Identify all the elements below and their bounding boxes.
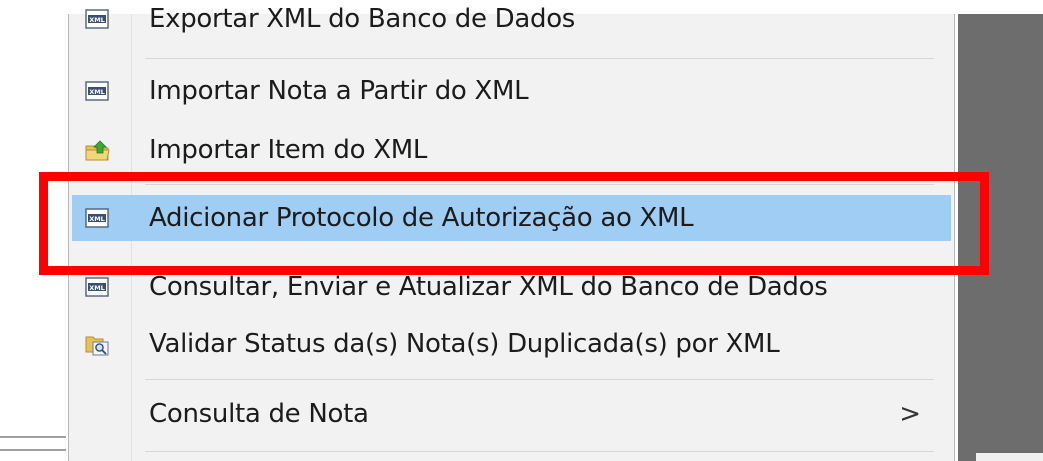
background-line [0,436,66,438]
menu-item-importar-nota[interactable]: XML Importar Nota a Partir do XML [72,68,951,114]
menu-item-consulta-de-nota[interactable]: Consulta de Nota > [72,391,951,437]
svg-text:XML: XML [89,284,105,292]
menu-item-label: Validar Status da(s) Nota(s) Duplicada(s… [149,329,780,359]
menu-item-consultar-enviar-atualizar[interactable]: XML Consultar, Enviar e Atualizar XML do… [72,264,951,310]
menu-separator [145,451,934,452]
svg-text:XML: XML [89,215,105,223]
svg-text:XML: XML [89,88,105,96]
menu-item-validar-status[interactable]: Validar Status da(s) Nota(s) Duplicada(s… [72,321,951,367]
svg-text:XML: XML [89,16,105,24]
menu-item-adicionar-protocolo[interactable]: XML Adicionar Protocolo de Autorização a… [72,195,951,241]
menu-item-label: Importar Item do XML [149,135,428,165]
context-menu: XML Exportar XML do Banco de Dados XML I… [68,4,955,461]
folder-search-icon [85,333,109,356]
folder-import-icon [85,139,110,161]
xml-file-icon: XML [85,207,109,229]
xml-file-icon: XML [85,8,109,30]
window-backdrop [958,14,1043,461]
menu-item-importar-item[interactable]: Importar Item do XML [72,127,951,173]
menu-item-label: Consultar, Enviar e Atualizar XML do Ban… [149,272,828,302]
menu-separator [145,58,934,59]
menu-item-label: Importar Nota a Partir do XML [149,76,529,106]
xml-file-icon: XML [85,276,109,298]
screenshot-page: XML Exportar XML do Banco de Dados XML I… [0,0,1043,461]
backdrop-edge [976,453,1043,461]
menu-item-label: Adicionar Protocolo de Autorização ao XM… [149,203,694,233]
menu-separator [145,184,934,185]
menu-item-label: Consulta de Nota [149,399,369,429]
menu-item-label: Exportar XML do Banco de Dados [149,4,576,34]
menu-separator [145,379,934,380]
background-line [0,449,66,451]
menu-item-exportar-xml[interactable]: XML Exportar XML do Banco de Dados [72,0,951,42]
submenu-arrow-icon: > [899,399,921,429]
xml-file-icon: XML [85,80,109,102]
